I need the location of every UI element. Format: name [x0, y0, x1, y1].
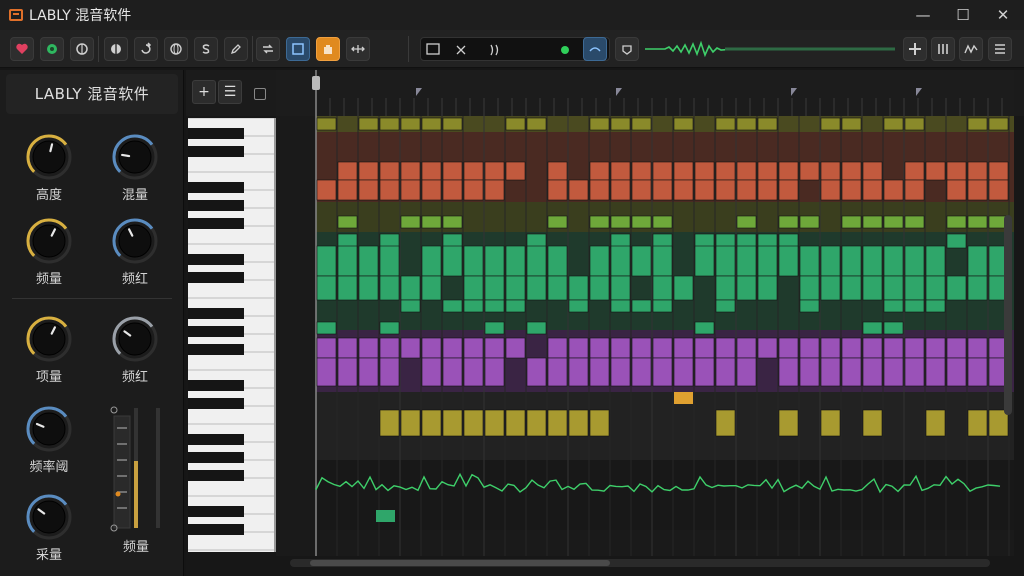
move-icon[interactable]	[346, 37, 370, 61]
knob-label-5: 项量	[35, 370, 62, 385]
master-waveform	[645, 40, 895, 58]
knob-label-7: 频率阈	[29, 460, 69, 475]
split-icon[interactable]	[104, 37, 128, 61]
app-logo-icon	[9, 9, 23, 21]
knob-2[interactable]	[112, 134, 158, 180]
minimize-button[interactable]: —	[912, 5, 934, 25]
compass-icon[interactable]	[70, 37, 94, 61]
volume-fader[interactable]	[110, 406, 170, 536]
globe-icon[interactable]	[164, 37, 188, 61]
knob-3[interactable]	[26, 218, 72, 264]
scroll-thumb[interactable]	[310, 560, 610, 566]
redo-icon[interactable]	[134, 37, 158, 61]
close-button[interactable]: ✕	[992, 5, 1014, 25]
add-track-button[interactable]: +	[192, 80, 216, 104]
menu-icon[interactable]	[988, 37, 1012, 61]
knob-4[interactable]	[112, 218, 158, 264]
loop-icon[interactable]	[256, 37, 280, 61]
main-toolbar	[0, 30, 1024, 68]
snap-icon[interactable]	[254, 88, 266, 100]
dollar-icon[interactable]	[194, 37, 218, 61]
panel-brand: LABLY 混音软件	[6, 74, 178, 114]
pen-icon[interactable]	[224, 37, 248, 61]
window-title: LABLY 混音软件	[29, 8, 132, 24]
knob-label-3: 频量	[35, 272, 62, 287]
metronome-icon[interactable]	[583, 37, 607, 61]
knob-8[interactable]	[26, 494, 72, 540]
note-grid[interactable]	[276, 70, 1014, 556]
knob-label-2: 混量	[121, 188, 148, 203]
record-icon[interactable]	[40, 37, 64, 61]
horizontal-scrollbar[interactable]	[290, 559, 990, 567]
maximize-button[interactable]: ☐	[952, 5, 974, 25]
knob-5[interactable]	[26, 316, 72, 362]
bars-icon[interactable]	[931, 37, 955, 61]
transport-display	[420, 37, 610, 61]
tuner-icon[interactable]	[615, 37, 639, 61]
knob-label-4: 频红	[121, 272, 148, 287]
automation-icon[interactable]	[959, 37, 983, 61]
knob-6[interactable]	[112, 316, 158, 362]
panel-divider	[12, 298, 172, 299]
track-list-button[interactable]: ☰	[218, 80, 242, 104]
heart-icon[interactable]	[10, 37, 34, 61]
title-bar: LABLY 混音软件 — ☐ ✕	[0, 0, 1024, 30]
vertical-scrollbar[interactable]	[1004, 215, 1012, 415]
knob-7[interactable]	[26, 406, 72, 452]
mixer-panel: LABLY 混音软件 高度 混量 频量 频红 项量 频红 频率阈 采量 频量	[0, 70, 184, 576]
knob-label-6: 频红	[121, 370, 148, 385]
piano-roll: + ☰	[186, 70, 1024, 576]
knob-label-1: 高度	[35, 188, 62, 203]
plugin-icon[interactable]	[903, 37, 927, 61]
piano-keyboard[interactable]	[188, 118, 276, 552]
knob-label-8: 采量	[35, 548, 62, 563]
select-tool-icon[interactable]	[286, 37, 310, 61]
hand-tool-icon[interactable]	[316, 37, 340, 61]
fader-label: 频量	[122, 540, 149, 555]
knob-1[interactable]	[26, 134, 72, 180]
